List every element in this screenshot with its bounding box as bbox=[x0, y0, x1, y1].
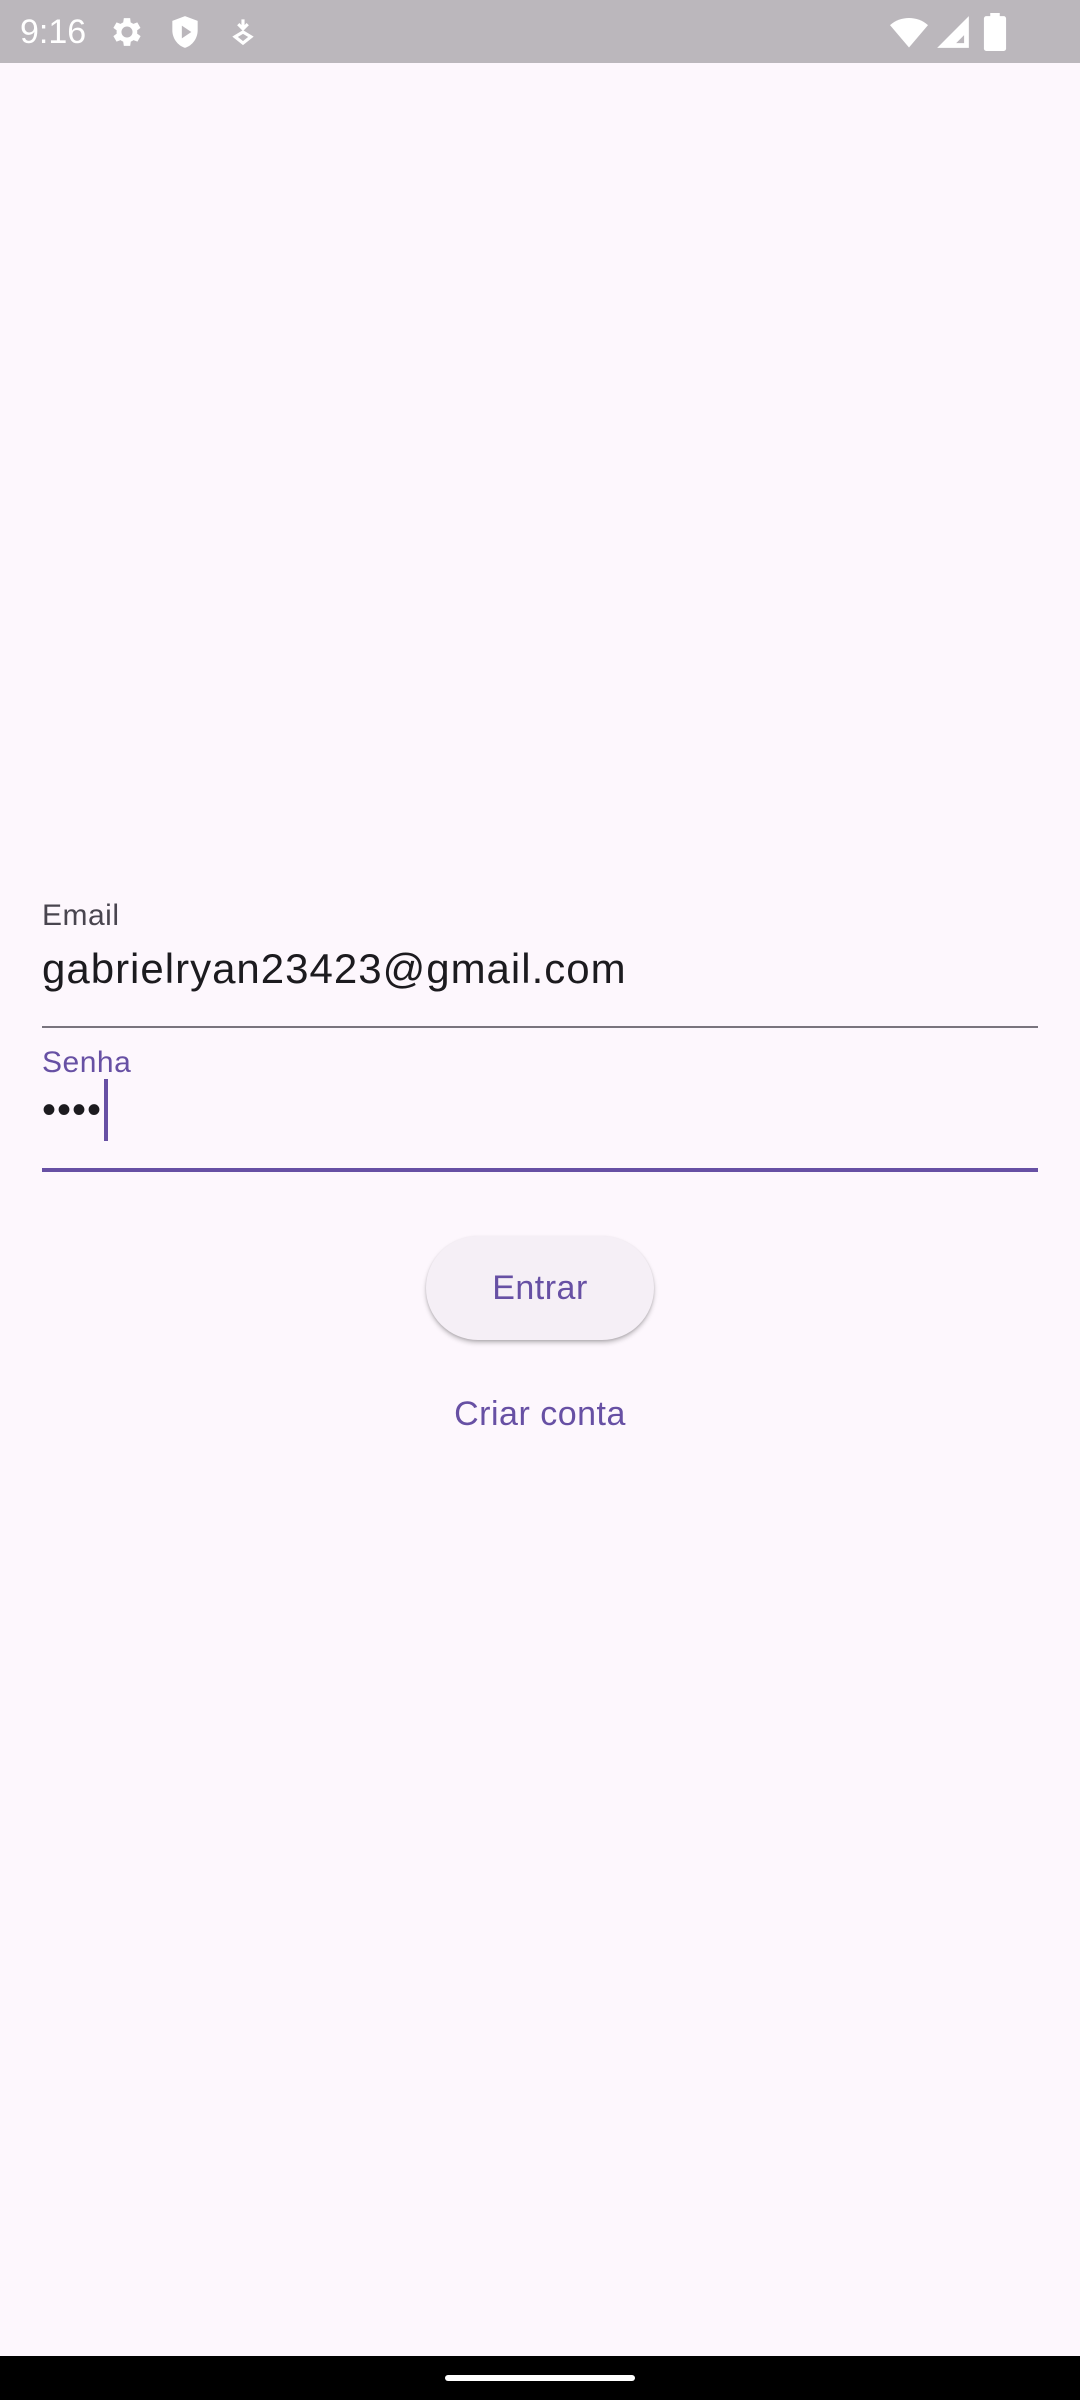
navigation-bar bbox=[0, 2356, 1080, 2400]
email-underline bbox=[42, 1026, 1038, 1028]
home-indicator[interactable] bbox=[445, 2375, 635, 2381]
create-account-button[interactable]: Criar conta bbox=[420, 1382, 660, 1446]
password-value[interactable]: •••• bbox=[42, 1085, 102, 1135]
email-label: Email bbox=[42, 899, 120, 932]
download-icon bbox=[224, 13, 262, 51]
text-caret bbox=[104, 1079, 108, 1141]
login-screen: Email gabrielryan23423@gmail.com Senha •… bbox=[0, 63, 1080, 2356]
wifi-icon bbox=[888, 13, 930, 51]
password-underline bbox=[42, 1168, 1038, 1172]
status-time: 9:16 bbox=[20, 13, 87, 51]
password-label: Senha bbox=[42, 1046, 132, 1079]
gear-icon bbox=[108, 13, 146, 51]
password-field[interactable]: Senha •••• bbox=[42, 1043, 1038, 1172]
signal-icon bbox=[934, 13, 972, 51]
email-value[interactable]: gabrielryan23423@gmail.com bbox=[42, 944, 627, 994]
battery-icon bbox=[982, 13, 1008, 52]
shield-icon bbox=[166, 13, 204, 51]
status-bar: 9:16 bbox=[0, 0, 1080, 63]
login-button[interactable]: Entrar bbox=[426, 1236, 654, 1340]
